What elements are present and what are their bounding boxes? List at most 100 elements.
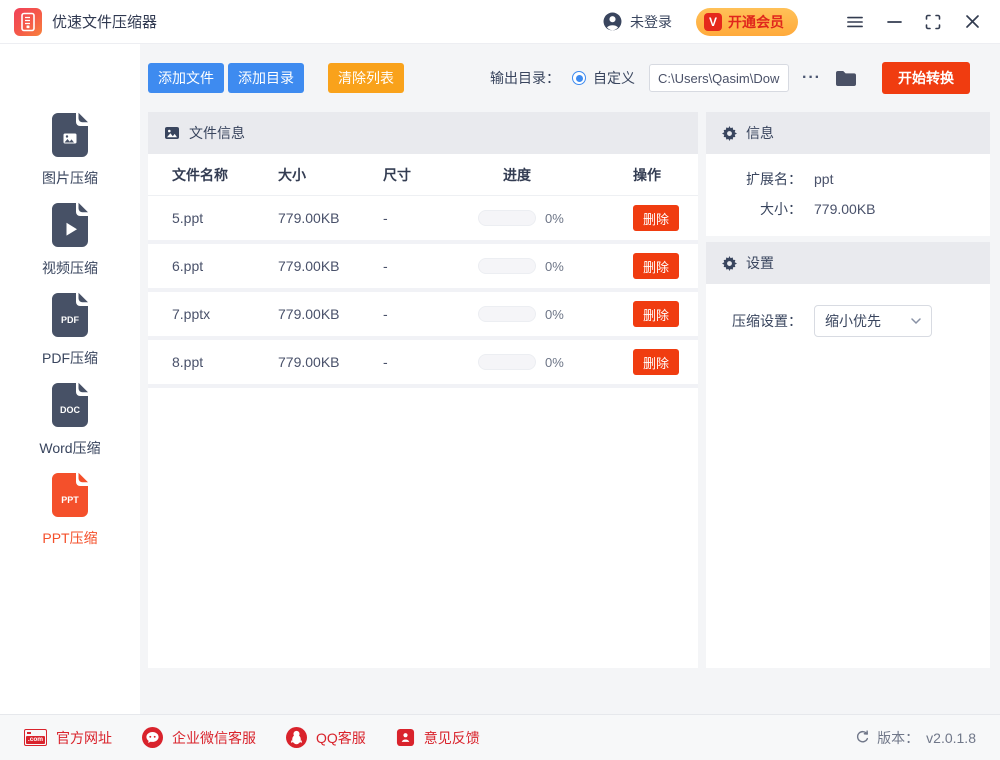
video-file-icon (50, 202, 90, 251)
footer-link-label: 企业微信客服 (172, 728, 256, 748)
user-icon (603, 12, 622, 31)
picture-icon (164, 125, 180, 141)
compress-setting-row: 压缩设置： 缩小优先 (722, 304, 974, 338)
delete-button[interactable]: 删除 (633, 301, 679, 327)
content-area: 图片压缩 视频压缩 PDF (0, 44, 1000, 714)
progress-cell: 0% (478, 210, 633, 226)
sidebar-item-video-compress[interactable]: 视频压缩 (42, 202, 98, 278)
sidebar-item-label: Word压缩 (39, 438, 100, 458)
open-folder-icon[interactable] (835, 69, 857, 87)
website-icon: .com (24, 729, 47, 746)
panel-title: 信息 (746, 123, 774, 143)
delete-button[interactable]: 删除 (633, 205, 679, 231)
settings-panel: 设置 压缩设置： 缩小优先 (706, 242, 990, 668)
file-name: 5.ppt (172, 210, 278, 226)
main-area: 添加文件 添加目录 清除列表 输出目录： 自定义 ··· 开始转换 (140, 44, 1000, 714)
toolbar: 添加文件 添加目录 清除列表 输出目录： 自定义 ··· 开始转换 (140, 44, 1000, 112)
delete-button[interactable]: 删除 (633, 349, 679, 375)
file-info-panel: 文件信息 文件名称 大小 尺寸 进度 操作 5.ppt 779.00KB - (148, 112, 698, 668)
vip-label: 开通会员 (728, 12, 784, 32)
ppt-file-icon: PPT (50, 472, 90, 521)
start-convert-button[interactable]: 开始转换 (882, 62, 970, 94)
footer-link-feedback[interactable]: 意见反馈 (396, 728, 480, 748)
file-name: 6.ppt (172, 258, 278, 274)
file-name: 8.ppt (172, 354, 278, 370)
settings-header: 设置 (706, 242, 990, 284)
gear-icon (722, 256, 737, 271)
sidebar-item-image-compress[interactable]: 图片压缩 (42, 112, 98, 188)
svg-text:PPT: PPT (61, 495, 79, 505)
chevron-down-icon (911, 318, 921, 325)
info-field: 大小： 779.00KB (722, 194, 974, 224)
sidebar-item-word-compress[interactable]: DOC Word压缩 (39, 382, 100, 458)
compress-setting-label: 压缩设置： (722, 311, 802, 331)
table-row: 6.ppt 779.00KB - 0% 删除 (148, 244, 698, 292)
app-logo-icon (14, 8, 42, 36)
panel-title: 设置 (746, 253, 774, 273)
footer-link-label: 意见反馈 (424, 728, 480, 748)
progress-percent: 0% (545, 259, 564, 274)
file-info-header: 文件信息 (148, 112, 698, 154)
doc-file-icon: DOC (50, 382, 90, 431)
version-value: v2.0.1.8 (926, 730, 976, 746)
file-size: 779.00KB (278, 306, 383, 322)
clear-list-button[interactable]: 清除列表 (328, 63, 404, 93)
vip-icon: V (704, 13, 722, 31)
footer-link-qq-support[interactable]: QQ客服 (286, 727, 366, 748)
pdf-file-icon: PDF (50, 292, 90, 341)
progress-bar (478, 258, 536, 274)
menu-icon[interactable] (847, 14, 863, 30)
output-path-input[interactable] (649, 64, 789, 92)
sidebar-item-pdf-compress[interactable]: PDF PDF压缩 (42, 292, 98, 368)
minimize-icon[interactable] (886, 14, 902, 30)
file-dimension: - (383, 210, 478, 226)
col-dimension: 尺寸 (383, 165, 478, 185)
field-value: ppt (814, 171, 833, 187)
table-row: 7.pptx 779.00KB - 0% 删除 (148, 292, 698, 340)
table-header: 文件名称 大小 尺寸 进度 操作 (148, 154, 698, 196)
browse-more-button[interactable]: ··· (802, 69, 821, 87)
right-column: 信息 扩展名： ppt 大小： 779.00KB (706, 112, 990, 668)
footer-link-label: QQ客服 (316, 728, 366, 748)
progress-percent: 0% (545, 211, 564, 226)
refresh-icon[interactable] (855, 730, 870, 745)
image-file-icon (50, 112, 90, 161)
info-panel: 信息 扩展名： ppt 大小： 779.00KB (706, 112, 990, 236)
table-row: 8.ppt 779.00KB - 0% 删除 (148, 340, 698, 388)
footer-link-label: 官方网址 (56, 728, 112, 748)
titlebar: 优速文件压缩器 未登录 V 开通会员 (0, 0, 1000, 44)
progress-bar (478, 354, 536, 370)
add-file-button[interactable]: 添加文件 (148, 63, 224, 93)
login-button[interactable]: 未登录 (603, 12, 672, 32)
progress-bar (478, 306, 536, 322)
panels-row: 文件信息 文件名称 大小 尺寸 进度 操作 5.ppt 779.00KB - (140, 112, 1000, 668)
sidebar-item-ppt-compress[interactable]: PPT PPT压缩 (42, 472, 97, 548)
svg-text:DOC: DOC (60, 405, 81, 415)
footer-link-wechat-support[interactable]: 企业微信客服 (142, 727, 256, 748)
compress-mode-select[interactable]: 缩小优先 (814, 305, 932, 337)
progress-percent: 0% (545, 307, 564, 322)
feedback-icon (396, 728, 415, 747)
file-size: 779.00KB (278, 258, 383, 274)
sidebar: 图片压缩 视频压缩 PDF (0, 44, 140, 714)
output-dir-label: 输出目录： (490, 68, 560, 88)
titlebar-controls: 未登录 V 开通会员 (603, 8, 980, 36)
login-status[interactable]: 未登录 (630, 12, 672, 32)
add-directory-button[interactable]: 添加目录 (228, 63, 304, 93)
output-dir-group: 输出目录： 自定义 ··· 开始转换 (490, 62, 970, 94)
custom-radio-label[interactable]: 自定义 (593, 68, 635, 88)
footer: .com 官方网址 企业微信客服 (0, 714, 1000, 760)
info-header: 信息 (706, 112, 990, 154)
footer-link-website[interactable]: .com 官方网址 (24, 728, 112, 748)
col-action: 操作 (633, 165, 698, 185)
close-icon[interactable] (964, 14, 980, 30)
vip-button[interactable]: V 开通会员 (696, 8, 798, 36)
col-filename: 文件名称 (172, 165, 278, 185)
delete-button[interactable]: 删除 (633, 253, 679, 279)
maximize-icon[interactable] (925, 14, 941, 30)
file-dimension: - (383, 354, 478, 370)
custom-radio[interactable] (572, 71, 586, 85)
sidebar-item-label: 视频压缩 (42, 258, 98, 278)
file-name: 7.pptx (172, 306, 278, 322)
sidebar-item-label: 图片压缩 (42, 168, 98, 188)
